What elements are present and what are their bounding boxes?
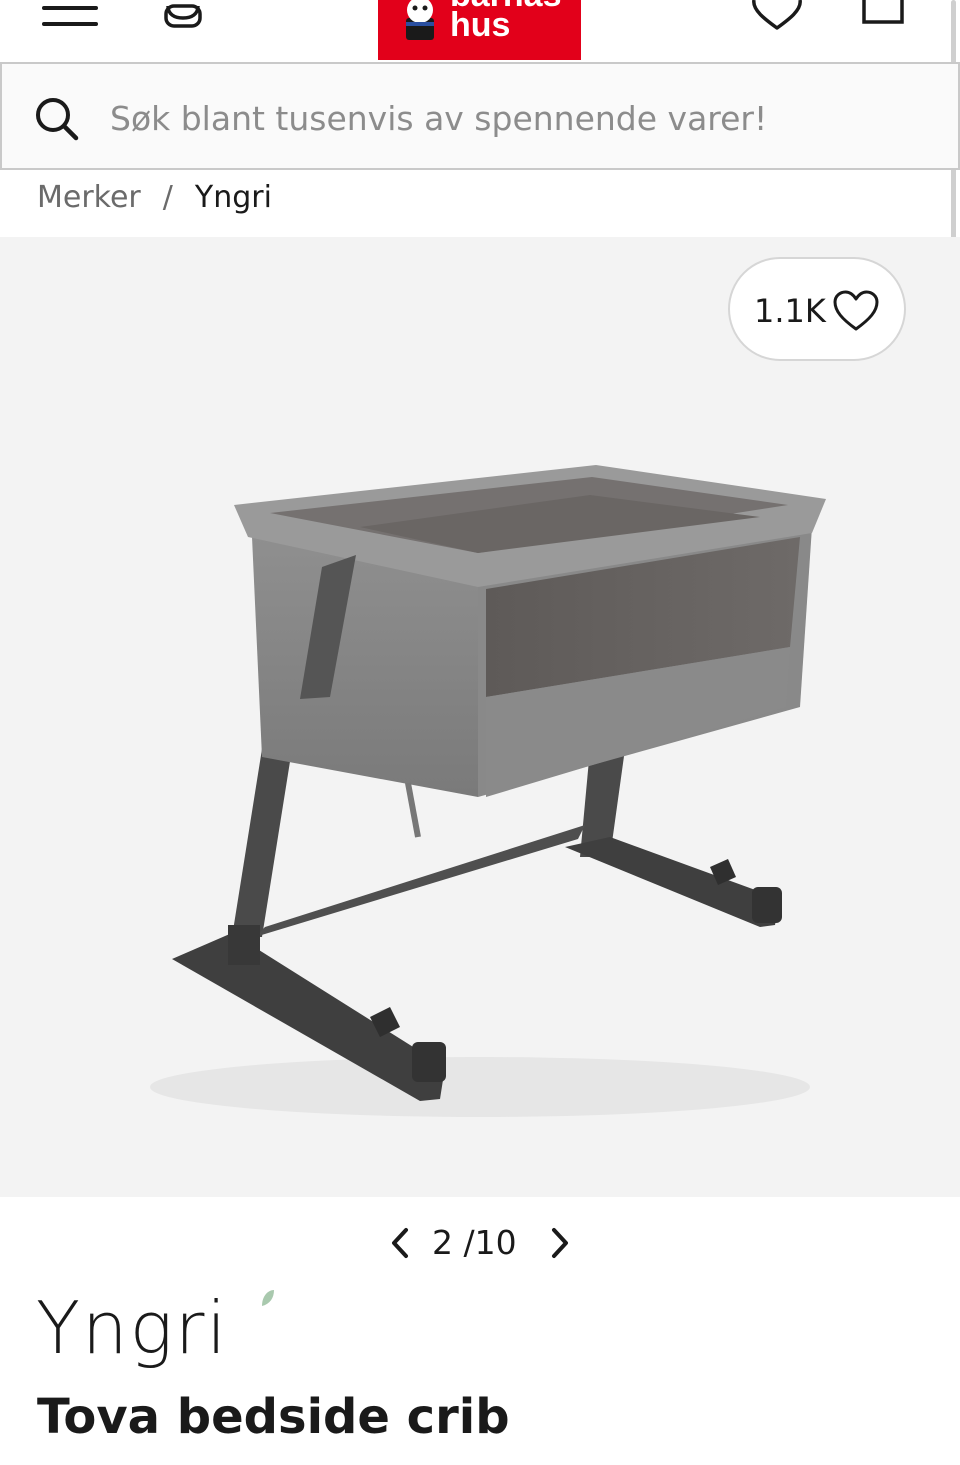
user-account-icon[interactable]	[160, 0, 206, 30]
chevron-left-icon[interactable]	[386, 1226, 412, 1260]
like-button[interactable]: 1.1K	[728, 257, 906, 361]
pager-separator: /	[463, 1223, 475, 1262]
brand-logo-yngri[interactable]: Yngri	[36, 1288, 276, 1368]
product-image-crib[interactable]	[0, 237, 960, 1197]
leaf-icon	[262, 1290, 274, 1306]
heart-outline-icon	[833, 290, 879, 331]
like-count: 1.1K	[754, 292, 826, 330]
top-header: barnas hus	[0, 0, 960, 62]
shopping-bag-icon[interactable]	[858, 0, 908, 26]
pager-current: 2	[432, 1223, 453, 1262]
brand-wordmark: Yngri	[36, 1286, 229, 1370]
breadcrumb-separator: /	[162, 180, 173, 215]
search-input[interactable]	[110, 92, 910, 144]
pager-total: 10	[474, 1223, 517, 1262]
menu-bar	[42, 6, 98, 10]
chevron-right-icon[interactable]	[548, 1226, 574, 1260]
product-title: Tova bedside crib	[37, 1389, 510, 1445]
breadcrumb-item-yngri: Yngri	[194, 180, 272, 215]
hamburger-menu-icon[interactable]	[42, 0, 98, 34]
menu-bar	[42, 22, 98, 26]
logo-text-line2: hus	[450, 6, 511, 44]
mascot-icon	[406, 0, 434, 40]
pager-counter: 2 /10	[432, 1222, 517, 1264]
heart-outline-icon[interactable]	[748, 0, 806, 32]
barnas-hus-logo[interactable]: barnas hus	[378, 0, 581, 60]
product-image-gallery[interactable]: 1.1K	[0, 237, 960, 1197]
breadcrumb: Merker / Yngri	[37, 178, 272, 218]
breadcrumb-item-merker[interactable]: Merker	[37, 180, 141, 215]
image-pager: 2 /10	[380, 1218, 580, 1268]
search-icon[interactable]	[32, 94, 82, 144]
search-bar[interactable]	[0, 62, 960, 170]
